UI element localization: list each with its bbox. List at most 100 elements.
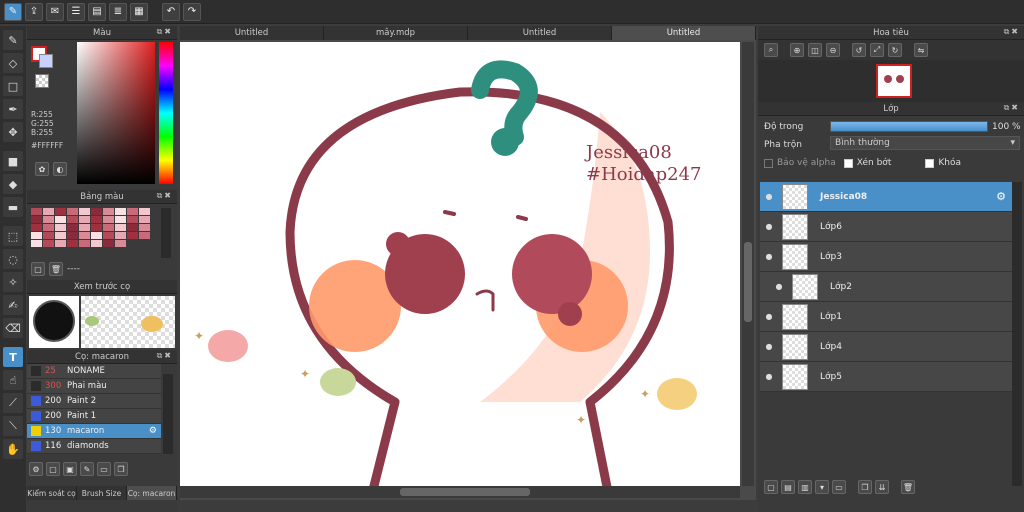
brush-item[interactable]: 130 macaron ⚙ xyxy=(27,424,161,439)
share-icon[interactable]: ⇪ xyxy=(25,2,43,21)
palette-swatch[interactable] xyxy=(91,224,102,231)
palette-swatch[interactable] xyxy=(43,232,54,239)
hand-tool-icon[interactable]: ✋ xyxy=(3,439,23,459)
palette-swatch[interactable] xyxy=(67,240,78,247)
brush-item[interactable]: 200 Paint 2 xyxy=(27,394,161,409)
lock-checkbox[interactable]: Khóa xyxy=(925,158,961,168)
vertical-scrollbar[interactable] xyxy=(742,42,754,486)
palette-swatch[interactable] xyxy=(79,224,90,231)
brush-bottom-tab[interactable]: Brush Size xyxy=(77,486,127,500)
layer-item[interactable]: ● Lớp2 xyxy=(760,272,1012,302)
palette-swatch[interactable] xyxy=(139,224,150,231)
panel-controls-icon[interactable]: ⧉✖ xyxy=(157,27,173,37)
select-tool-icon[interactable]: ⬚ xyxy=(3,226,23,246)
new-folder-icon[interactable]: ▭ xyxy=(832,480,846,494)
merge-layer-icon[interactable]: ⇊ xyxy=(875,480,889,494)
palette-swatch[interactable] xyxy=(115,208,126,215)
palette-swatch[interactable] xyxy=(43,216,54,223)
select-eraser-tool-icon[interactable]: ⌫ xyxy=(3,318,23,338)
fill-shape-tool-icon[interactable]: ■ xyxy=(3,151,23,171)
brush-mode-icon[interactable]: ✎ xyxy=(4,2,22,21)
palette-swatch[interactable] xyxy=(67,224,78,231)
navigator-preview[interactable] xyxy=(758,60,1024,102)
horizontal-scrollbar[interactable] xyxy=(180,486,740,498)
comment-icon[interactable]: ✉ xyxy=(46,2,64,21)
palette-swatch[interactable] xyxy=(31,232,42,239)
palette-swatch[interactable] xyxy=(127,208,138,215)
palette-swatch[interactable] xyxy=(43,208,54,215)
brush-item[interactable]: 300 Phai màu xyxy=(27,379,161,394)
saturation-value-picker[interactable] xyxy=(77,42,155,184)
palette-swatch[interactable] xyxy=(31,224,42,231)
brush-bottom-tab[interactable]: Kiểm soát cọ xyxy=(27,486,77,500)
palette-icon[interactable]: ✿ xyxy=(35,162,49,176)
bucket-tool-icon[interactable]: ◆ xyxy=(3,174,23,194)
blend-mode-select[interactable]: Bình thường ▾ xyxy=(830,136,1020,150)
palette-swatch[interactable] xyxy=(91,208,102,215)
palette-swatch[interactable] xyxy=(139,208,150,215)
hue-slider[interactable] xyxy=(159,42,173,184)
rect-tool-icon[interactable]: □ xyxy=(3,76,23,96)
grid-icon[interactable]: ▦ xyxy=(130,2,148,21)
palette-swatch[interactable] xyxy=(55,208,66,215)
palette-swatch[interactable] xyxy=(79,216,90,223)
brush-folder-icon[interactable]: ▭ xyxy=(97,462,111,476)
tab-may-mdp[interactable]: mây.mdp xyxy=(324,26,468,40)
new-1bit-layer-icon[interactable]: ▥ xyxy=(798,480,812,494)
eraser-tool-icon[interactable]: ◇ xyxy=(3,53,23,73)
layer-item[interactable]: ● Lớp1 xyxy=(760,302,1012,332)
palette-swatch[interactable] xyxy=(55,232,66,239)
vertical-scroll-thumb[interactable] xyxy=(744,242,752,322)
zoom-actual-icon[interactable]: ◫ xyxy=(808,43,822,57)
chat-icon[interactable]: ☰ xyxy=(67,2,85,21)
palette-swatch[interactable] xyxy=(55,240,66,247)
undo-icon[interactable]: ↶ xyxy=(162,2,180,21)
brush-edit-icon[interactable]: ✎ xyxy=(80,462,94,476)
brush-item[interactable]: 200 Paint 1 xyxy=(27,409,161,424)
gradient-tool-icon[interactable]: ▬ xyxy=(3,197,23,217)
panel-controls-icon[interactable]: ⧉✖ xyxy=(157,351,173,361)
layer-item[interactable]: ● Jessica08 ⚙ xyxy=(760,182,1012,212)
brush-item[interactable]: 25 NONAME xyxy=(27,364,161,379)
palette-swatch[interactable] xyxy=(103,208,114,215)
eyedropper-tool-icon[interactable]: ⟍ xyxy=(3,416,23,436)
color-mode-icon[interactable]: ◐ xyxy=(53,162,67,176)
panel-controls-icon[interactable]: ⧉✖ xyxy=(1004,27,1020,37)
select-pen-tool-icon[interactable]: ✍ xyxy=(3,295,23,315)
layer-settings-gear-icon[interactable]: ⚙ xyxy=(996,190,1006,203)
duplicate-layer-icon[interactable]: ❐ xyxy=(858,480,872,494)
layer-visibility-icon[interactable]: ● xyxy=(760,312,778,321)
palette-swatch[interactable] xyxy=(103,216,114,223)
tab-untitled-2[interactable]: Untitled xyxy=(468,26,612,40)
palette-swatch[interactable] xyxy=(91,216,102,223)
brush-settings-gear-icon[interactable]: ⚙ xyxy=(149,426,157,436)
opacity-slider[interactable] xyxy=(830,121,988,132)
palette-grid[interactable] xyxy=(31,208,159,247)
fit-window-icon[interactable]: ⤢ xyxy=(870,43,884,57)
palette-swatch[interactable] xyxy=(79,208,90,215)
palette-swatch[interactable] xyxy=(139,232,150,239)
drawing-canvas[interactable]: ✦ ✦ ✦ ✦ Jessica08 #Hoidap247 xyxy=(180,42,740,486)
rotate-right-icon[interactable]: ↻ xyxy=(888,43,902,57)
layer-visibility-icon[interactable]: ● xyxy=(760,222,778,231)
palette-swatch[interactable] xyxy=(79,240,90,247)
layer-visibility-icon[interactable]: ● xyxy=(770,282,788,291)
layer-item[interactable]: ● Lớp6 xyxy=(760,212,1012,242)
palette-swatch[interactable] xyxy=(79,232,90,239)
palette-swatch[interactable] xyxy=(115,224,126,231)
palette-swatch[interactable] xyxy=(31,208,42,215)
palette-swatch[interactable] xyxy=(67,232,78,239)
palette-swatch[interactable] xyxy=(55,216,66,223)
palette-swatch[interactable] xyxy=(127,232,138,239)
protect-alpha-checkbox[interactable]: Bảo vệ alpha xyxy=(764,158,836,168)
layer-visibility-icon[interactable]: ● xyxy=(760,372,778,381)
redo-icon[interactable]: ↷ xyxy=(183,2,201,21)
layer-visibility-icon[interactable]: ● xyxy=(760,192,778,201)
brush-list[interactable]: 25 NONAME 300 Phai màu 200 Paint 2 200 Paint 1 1… xyxy=(27,364,161,454)
palette-swatch[interactable] xyxy=(67,208,78,215)
brush-settings-icon[interactable]: ⚙ xyxy=(29,462,43,476)
palette-swatch[interactable] xyxy=(127,224,138,231)
palette-scrollbar[interactable] xyxy=(161,208,171,258)
palette-swatch[interactable] xyxy=(103,224,114,231)
background-color-swatch[interactable] xyxy=(39,54,53,68)
